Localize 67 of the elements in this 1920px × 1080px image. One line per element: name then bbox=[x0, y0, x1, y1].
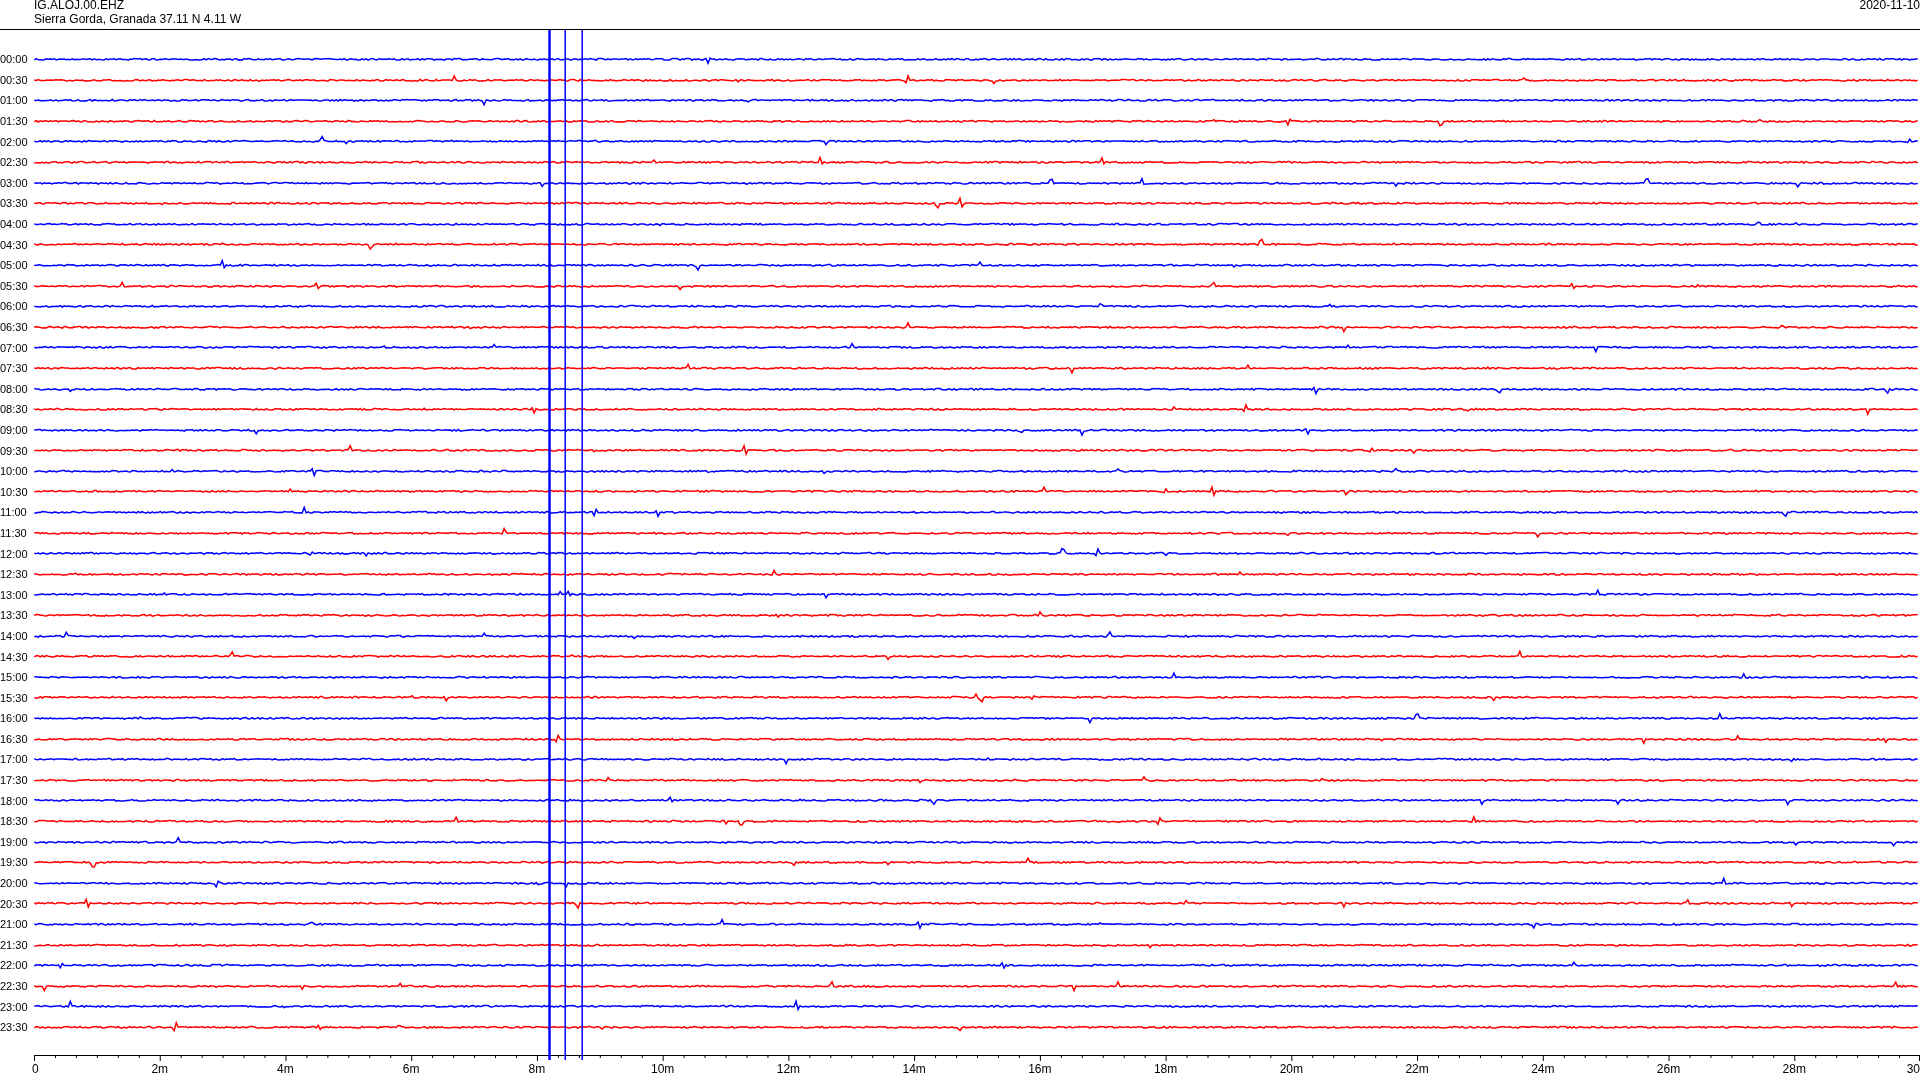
time-label: 13:30 bbox=[0, 609, 29, 622]
time-label: 08:30 bbox=[0, 403, 29, 416]
time-label: 01:30 bbox=[0, 115, 29, 128]
time-label: 07:00 bbox=[0, 341, 29, 354]
tick-label: 30 bbox=[1906, 1061, 1920, 1076]
time-label: 00:00 bbox=[0, 53, 29, 66]
tick-label: 26m bbox=[1656, 1061, 1681, 1076]
time-label: 12:30 bbox=[0, 568, 29, 581]
time-label: 18:00 bbox=[0, 794, 29, 807]
time-label: 05:30 bbox=[0, 279, 29, 292]
tick-label: 20m bbox=[1279, 1061, 1303, 1076]
time-label: 03:00 bbox=[0, 176, 29, 189]
tick-label: 28m bbox=[1782, 1061, 1806, 1076]
tick-label: 4m bbox=[277, 1061, 294, 1076]
tick-label: 10m bbox=[651, 1061, 675, 1076]
time-label: 14:30 bbox=[0, 650, 29, 663]
time-label: 11:30 bbox=[0, 526, 28, 539]
time-label: 15:30 bbox=[0, 691, 29, 704]
tick-label: 12m bbox=[776, 1061, 801, 1076]
time-label: 19:30 bbox=[0, 856, 29, 869]
time-label: 08:00 bbox=[0, 382, 29, 395]
time-label: 07:30 bbox=[0, 362, 29, 375]
time-label: 04:30 bbox=[0, 238, 29, 251]
time-label: 14:00 bbox=[0, 629, 29, 642]
tick-label: 0 bbox=[32, 1061, 39, 1076]
time-label: 23:30 bbox=[0, 1021, 29, 1034]
time-label: 22:30 bbox=[0, 980, 29, 992]
time-label: 21:30 bbox=[0, 938, 29, 951]
tick-label: 14m bbox=[902, 1061, 926, 1076]
time-label: 13:00 bbox=[0, 588, 29, 601]
time-label: 09:30 bbox=[0, 444, 29, 457]
time-label: 06:30 bbox=[0, 321, 29, 333]
time-label: 18:30 bbox=[0, 815, 29, 828]
time-label: 01:00 bbox=[0, 94, 29, 107]
time-label: 22:00 bbox=[0, 959, 29, 972]
time-label: 10:00 bbox=[0, 465, 29, 478]
time-label: 06:00 bbox=[0, 300, 29, 313]
time-label: 15:00 bbox=[0, 671, 29, 684]
tick-label: 6m bbox=[402, 1061, 420, 1076]
time-label: 09:00 bbox=[0, 424, 29, 436]
time-label: 10:30 bbox=[0, 485, 29, 498]
time-label: 20:30 bbox=[0, 897, 29, 910]
time-label: 04:00 bbox=[0, 218, 29, 231]
tick-label: 8m bbox=[528, 1061, 546, 1076]
time-label: 02:30 bbox=[0, 156, 29, 169]
tick-label: 18m bbox=[1153, 1061, 1178, 1076]
time-label: 17:30 bbox=[0, 774, 29, 787]
tick-label: 2m bbox=[151, 1061, 169, 1076]
time-label: 12:00 bbox=[0, 547, 29, 560]
time-label: 02:00 bbox=[0, 135, 29, 148]
tick-label: 24m bbox=[1531, 1061, 1555, 1076]
time-label: 00:30 bbox=[0, 73, 29, 86]
time-label: 05:00 bbox=[0, 259, 29, 272]
time-label: 20:00 bbox=[0, 877, 29, 890]
station-location: Sierra Gorda, Granada 37.11 N 4.11 W bbox=[34, 12, 241, 26]
time-label: 21:00 bbox=[0, 918, 29, 931]
time-label: 19:00 bbox=[0, 835, 29, 848]
date-label: 2020-11-10 bbox=[1859, 0, 1920, 14]
time-label: 03:30 bbox=[0, 197, 29, 210]
time-label: 11:00 bbox=[0, 506, 28, 519]
time-label: 17:00 bbox=[0, 753, 29, 766]
tick-label: 22m bbox=[1405, 1061, 1429, 1076]
time-label: 16:30 bbox=[0, 732, 29, 745]
time-label: 16:00 bbox=[0, 712, 29, 725]
station-code: IG.ALOJ.00.EHZ bbox=[34, 0, 126, 12]
tick-label: 16m bbox=[1028, 1061, 1052, 1076]
time-label: 23:00 bbox=[0, 1000, 29, 1013]
